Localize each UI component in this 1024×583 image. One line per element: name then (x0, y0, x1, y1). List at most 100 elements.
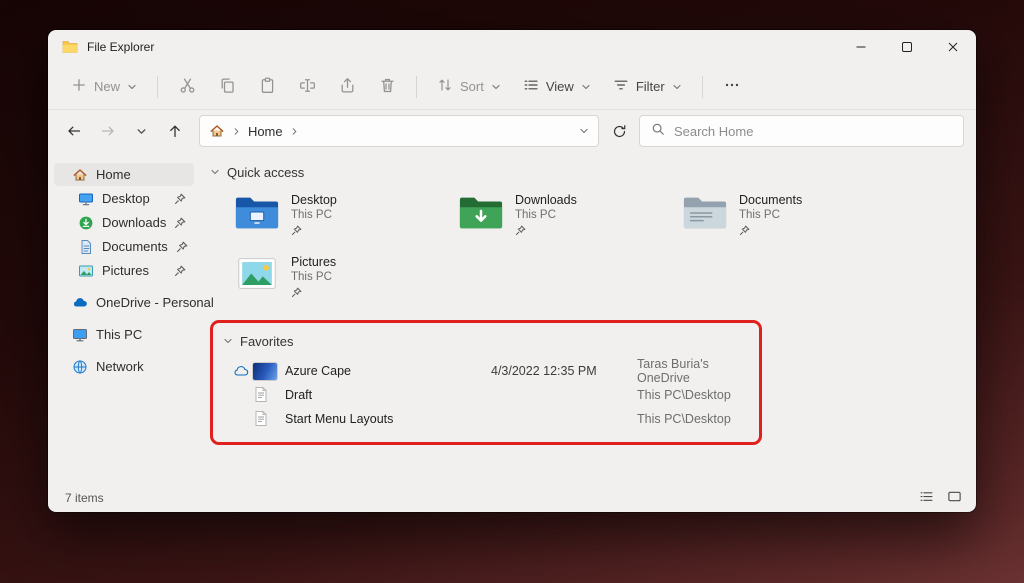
address-dropdown-chevron-icon[interactable] (579, 126, 589, 136)
search-box[interactable] (639, 115, 964, 147)
rename-icon (299, 77, 316, 97)
chevron-down-icon (127, 82, 137, 92)
sidebar-item-downloads[interactable]: Downloads (54, 211, 194, 234)
refresh-button[interactable] (605, 117, 633, 145)
more-options-button[interactable] (714, 70, 750, 103)
sidebar-item-label: Downloads (102, 215, 166, 230)
sort-icon (437, 77, 453, 96)
favorites-header[interactable]: Favorites (223, 331, 759, 351)
chevron-right-icon (232, 127, 241, 136)
toolbar-divider (702, 76, 703, 98)
document-icon (253, 410, 269, 429)
sidebar-item-documents[interactable]: Documents (54, 235, 194, 258)
favorites-list: Azure Cape 4/3/2022 12:35 PM Taras Buria… (223, 360, 759, 430)
cut-icon (179, 77, 196, 97)
item-date: 4/3/2022 12:35 PM (491, 364, 637, 378)
sidebar-item-label: This PC (96, 327, 142, 342)
quick-access-item-documents[interactable]: Documents This PC (676, 188, 900, 246)
recent-locations-button[interactable] (127, 117, 155, 145)
favorites-item-draft[interactable]: Draft This PC\Desktop (223, 384, 759, 406)
item-name: Pictures (291, 255, 336, 269)
item-location: This PC (291, 209, 337, 221)
item-location: This PC (739, 209, 802, 221)
sort-label: Sort (460, 79, 484, 94)
titlebar[interactable]: File Explorer (48, 30, 976, 64)
delete-button[interactable] (369, 70, 405, 104)
back-button[interactable] (60, 117, 88, 145)
chevron-down-icon (672, 82, 682, 92)
sidebar-item-desktop[interactable]: Desktop (54, 187, 194, 210)
details-view-toggle-icon[interactable] (919, 489, 934, 507)
chevron-down-icon (210, 167, 220, 177)
sidebar-item-label: Home (96, 167, 131, 182)
rename-button[interactable] (289, 70, 325, 104)
favorites-item-start-menu-layouts[interactable]: Start Menu Layouts This PC\Desktop (223, 408, 759, 430)
new-button[interactable]: New (62, 70, 146, 103)
chevron-down-icon (223, 336, 233, 346)
delete-icon (379, 77, 396, 97)
toolbar-divider (416, 76, 417, 98)
sidebar-item-network[interactable]: Network (54, 355, 194, 378)
item-name: Documents (739, 193, 802, 207)
quick-access-item-pictures[interactable]: Pictures This PC (228, 250, 452, 308)
cut-button[interactable] (169, 70, 205, 104)
window-title: File Explorer (87, 40, 154, 54)
large-thumbnails-view-toggle-icon[interactable] (947, 489, 962, 507)
items-count: 7 items (65, 491, 104, 505)
chevron-down-icon (581, 82, 591, 92)
close-button[interactable] (930, 30, 976, 64)
sidebar-item-label: OneDrive - Personal (96, 295, 214, 310)
favorites-item-azure-cape[interactable]: Azure Cape 4/3/2022 12:35 PM Taras Buria… (223, 360, 759, 382)
new-label: New (94, 79, 120, 94)
paste-button[interactable] (249, 70, 285, 104)
chevron-right-icon (290, 127, 299, 136)
item-location: This PC (291, 271, 336, 283)
item-location: This PC\Desktop (637, 412, 759, 426)
sidebar-item-this-pc[interactable]: This PC (54, 323, 194, 346)
onedrive-sync-cloud-icon (229, 365, 253, 377)
sort-button[interactable]: Sort (428, 70, 510, 103)
pin-icon (291, 287, 336, 298)
image-thumbnail (253, 363, 277, 380)
view-label: View (546, 79, 574, 94)
pin-icon (739, 225, 802, 236)
home-icon (209, 123, 225, 139)
quick-access-header[interactable]: Quick access (210, 162, 966, 182)
desktop-icon (78, 191, 94, 207)
copy-icon (219, 77, 236, 97)
items-view: Quick access Desktop This PC (200, 152, 976, 484)
sidebar-item-pictures[interactable]: Pictures (54, 259, 194, 282)
search-icon (651, 122, 665, 141)
section-title: Quick access (227, 165, 304, 180)
downloads-folder-icon (458, 192, 504, 232)
pin-icon (174, 265, 186, 277)
forward-button[interactable] (94, 117, 122, 145)
share-icon (339, 77, 356, 97)
sidebar-item-onedrive[interactable]: OneDrive - Personal (54, 291, 194, 314)
onedrive-cloud-icon (72, 295, 88, 311)
search-input[interactable] (674, 124, 952, 139)
sidebar-item-label: Desktop (102, 191, 150, 206)
minimize-button[interactable] (838, 30, 884, 64)
address-bar[interactable]: Home (199, 115, 599, 147)
filter-button[interactable]: Filter (604, 70, 691, 103)
view-icon (523, 77, 539, 96)
quick-access-item-desktop[interactable]: Desktop This PC (228, 188, 452, 246)
item-name: Draft (285, 388, 491, 402)
file-explorer-window: File Explorer New (48, 30, 976, 512)
chevron-down-icon (491, 82, 501, 92)
share-button[interactable] (329, 70, 365, 104)
maximize-button[interactable] (884, 30, 930, 64)
quick-access-item-downloads[interactable]: Downloads This PC (452, 188, 676, 246)
copy-button[interactable] (209, 70, 245, 104)
view-button[interactable]: View (514, 70, 600, 103)
sidebar-item-home[interactable]: Home (54, 163, 194, 186)
command-bar: New (48, 64, 976, 110)
pin-icon (176, 241, 188, 253)
pictures-photo-icon (234, 254, 280, 294)
filter-label: Filter (636, 79, 665, 94)
up-button[interactable] (161, 117, 189, 145)
pin-icon (174, 193, 186, 205)
breadcrumb-home[interactable]: Home (248, 124, 283, 139)
desktop-folder-icon (234, 192, 280, 232)
